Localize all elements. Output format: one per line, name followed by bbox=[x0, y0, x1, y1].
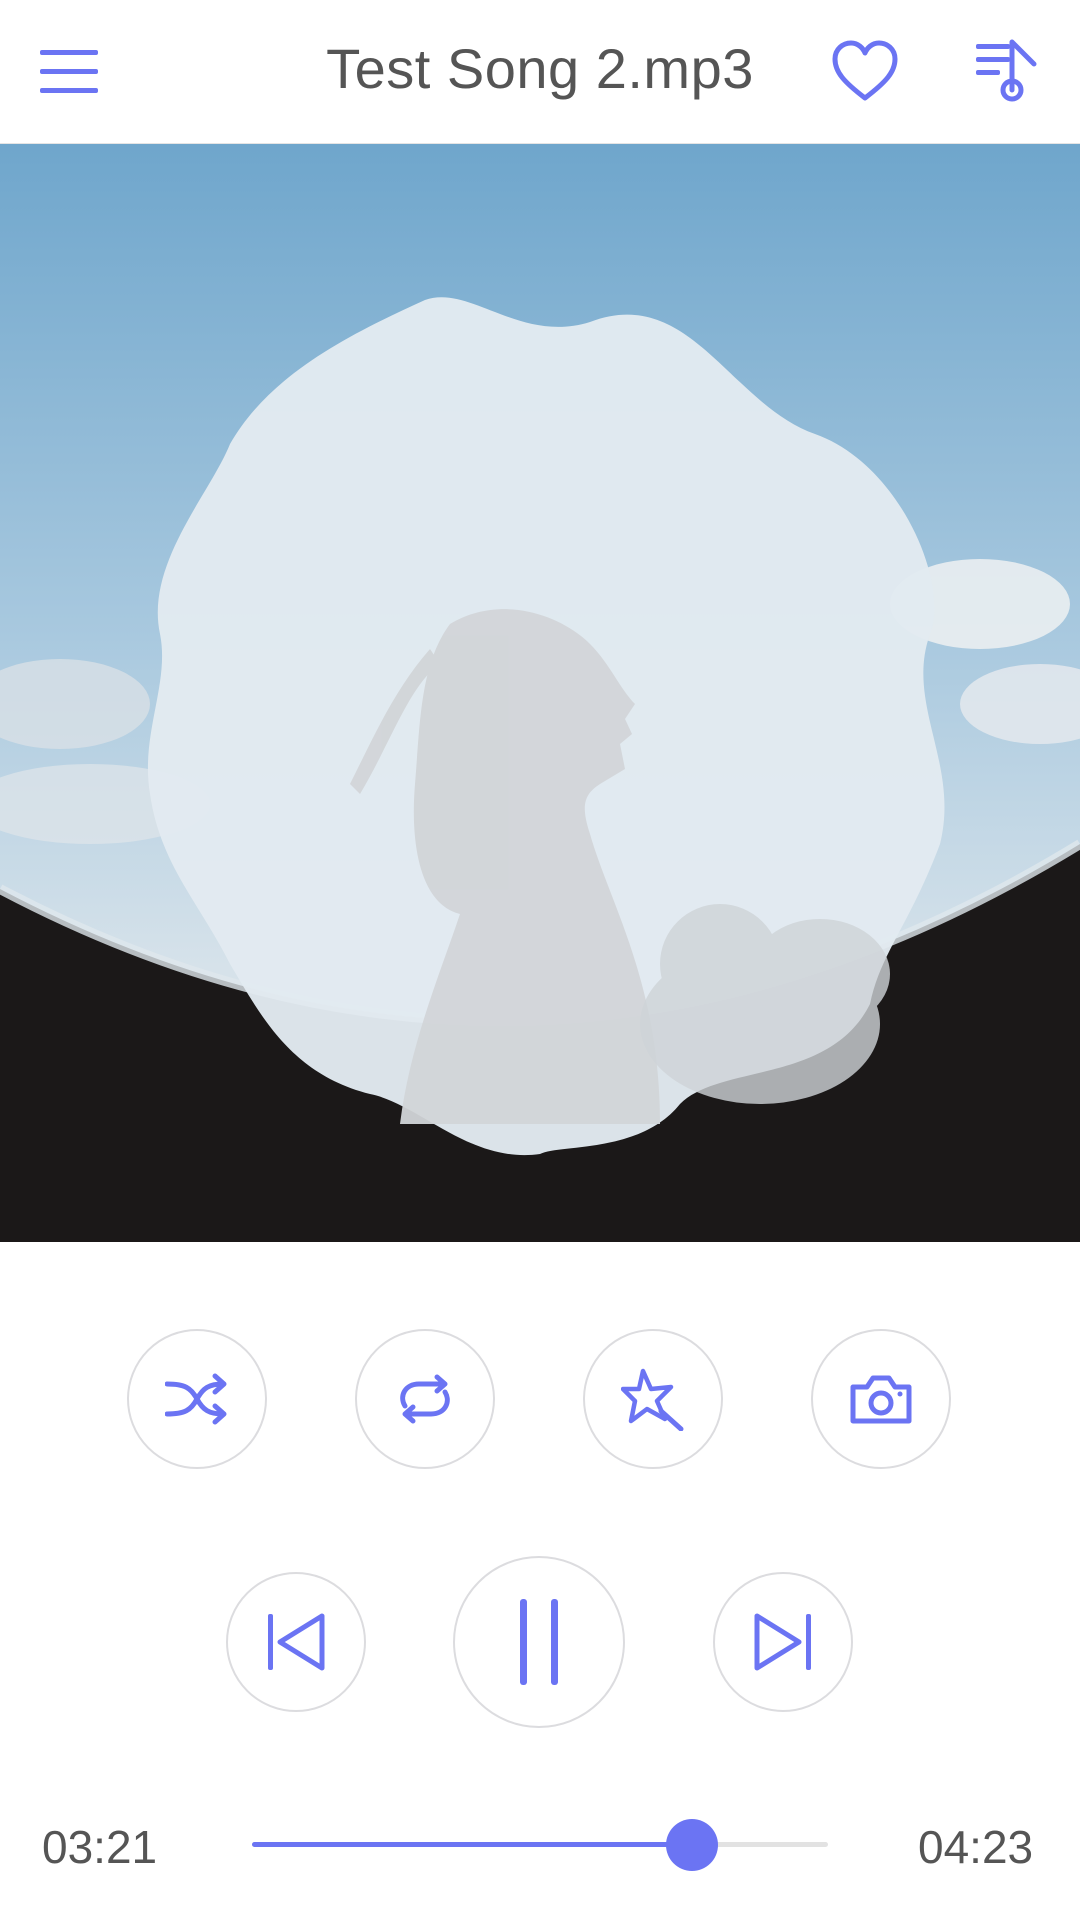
pause-button[interactable] bbox=[453, 1556, 625, 1728]
camera-icon bbox=[850, 1375, 912, 1424]
top-bar: Test Song 2.mp3 bbox=[0, 0, 1080, 144]
shuffle-icon bbox=[165, 1373, 227, 1425]
playlist-music-icon bbox=[976, 39, 1037, 102]
next-button[interactable] bbox=[713, 1572, 853, 1712]
seek-bar-thumb[interactable] bbox=[665, 1819, 718, 1871]
previous-button[interactable] bbox=[226, 1572, 366, 1712]
seek-bar-progress bbox=[252, 1842, 692, 1847]
magic-star-icon bbox=[621, 1368, 684, 1431]
song-title: Test Song 2.mp3 bbox=[326, 37, 754, 100]
repeat-button[interactable] bbox=[355, 1329, 495, 1469]
skip-next-icon bbox=[754, 1613, 811, 1671]
seek-bar[interactable] bbox=[252, 1819, 828, 1871]
shuffle-button[interactable] bbox=[127, 1329, 267, 1469]
playlist-button[interactable] bbox=[974, 38, 1044, 104]
skip-previous-icon bbox=[268, 1613, 325, 1671]
effects-button[interactable] bbox=[583, 1329, 723, 1469]
camera-button[interactable] bbox=[811, 1329, 951, 1469]
total-time: 04:23 bbox=[918, 1821, 1034, 1873]
album-art bbox=[0, 144, 1080, 1242]
heart-icon bbox=[832, 40, 898, 101]
current-time: 03:21 bbox=[42, 1821, 158, 1873]
favorite-button[interactable] bbox=[832, 40, 898, 104]
repeat-icon bbox=[400, 1374, 450, 1424]
album-art-image bbox=[0, 144, 1080, 1242]
pause-icon bbox=[520, 1599, 558, 1685]
